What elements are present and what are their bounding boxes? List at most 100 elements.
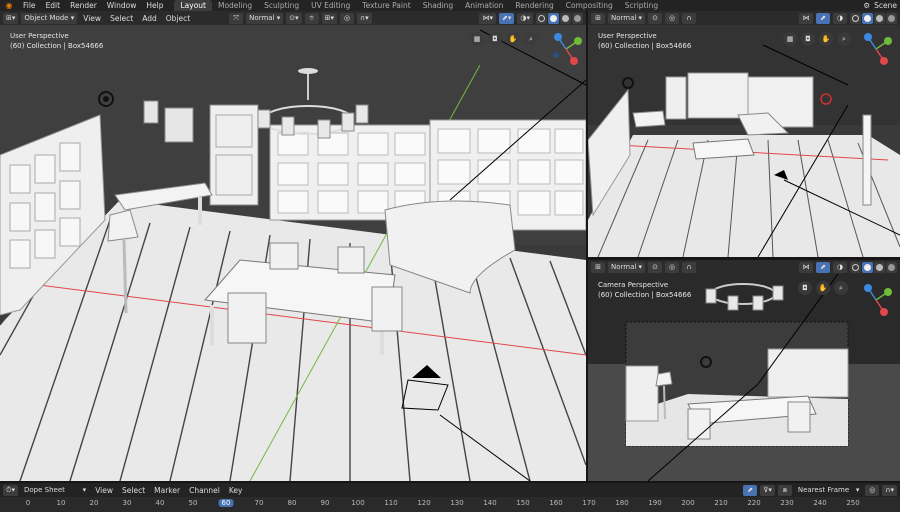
current-frame-indicator[interactable]: 60: [218, 499, 234, 507]
main-scene-render: [0, 25, 586, 481]
br-camera-icon[interactable]: ◘: [798, 281, 812, 295]
br-pivot-icon[interactable]: ⊙: [648, 261, 663, 273]
mode-dropdown[interactable]: Object Mode ▾: [21, 12, 78, 24]
tr-gizmo-toggle-icon[interactable]: ⬈: [816, 12, 830, 24]
bottom-right-viewport[interactable]: Camera Perspective (60) Collection | Box…: [588, 274, 900, 481]
tr-camera-icon[interactable]: ◘: [801, 32, 815, 46]
br-object-types-icon[interactable]: ⋈: [799, 261, 813, 273]
menu-object[interactable]: Object: [163, 14, 193, 23]
tab-shading[interactable]: Shading: [417, 0, 459, 11]
auto-snap-icon[interactable]: ⧈: [777, 484, 792, 496]
zoom-icon[interactable]: ⌕: [524, 32, 538, 46]
snap-icon[interactable]: ⌾: [304, 12, 319, 24]
tr-hand-pan-icon[interactable]: ✋: [819, 32, 833, 46]
tab-rendering[interactable]: Rendering: [509, 0, 559, 11]
tr-object-types-icon[interactable]: ⋈: [799, 12, 813, 24]
menu-view[interactable]: View: [80, 14, 104, 23]
br-snap-icon[interactable]: ⊞: [591, 261, 605, 273]
tr-material-shading-icon[interactable]: [874, 12, 885, 24]
tr-zoom-icon[interactable]: ⌕: [837, 32, 851, 46]
tl-menu-select[interactable]: Select: [119, 486, 148, 495]
tr-rendered-shading-icon[interactable]: [886, 12, 897, 24]
hand-pan-icon[interactable]: ✋: [506, 32, 520, 46]
br-navigation-gizmo[interactable]: [858, 282, 894, 318]
overlay-toggle-icon[interactable]: ◑▾: [517, 12, 533, 24]
tr-snap-icon[interactable]: ⊞: [591, 12, 605, 24]
br-orientation-label: Normal: [611, 263, 637, 271]
br-rendered-shading-icon[interactable]: [886, 261, 897, 273]
scene-selector[interactable]: ⚙ Scene: [863, 0, 900, 11]
br-wireframe-shading-icon[interactable]: [850, 261, 861, 273]
only-selected-icon[interactable]: ⬈: [743, 484, 758, 496]
br-falloff-icon[interactable]: ∩: [682, 261, 697, 273]
top-right-viewport[interactable]: User Perspective (60) Collection | Box54…: [588, 25, 900, 257]
tr-wireframe-shading-icon[interactable]: [850, 12, 861, 24]
navigation-gizmo[interactable]: [548, 31, 584, 67]
material-shading-icon[interactable]: [560, 12, 571, 24]
tl-menu-channel[interactable]: Channel: [186, 486, 223, 495]
frame-tick: 180: [615, 499, 629, 507]
br-zoom-icon[interactable]: ⌕: [834, 281, 848, 295]
gizmo-toggle-icon[interactable]: ⬈▾: [498, 12, 515, 24]
tr-navigation-gizmo[interactable]: [858, 31, 894, 67]
menu-help[interactable]: Help: [141, 0, 168, 11]
menu-add[interactable]: Add: [139, 14, 160, 23]
br-proportional-icon[interactable]: ◎: [665, 261, 680, 273]
tr-orientation-dropdown[interactable]: Normal ▾: [608, 12, 646, 24]
tr-falloff-icon[interactable]: ∩: [682, 12, 697, 24]
main-viewport-header: ⊞▾ Object Mode ▾ View Select Add Object …: [0, 11, 586, 25]
menu-window[interactable]: Window: [102, 0, 142, 11]
tl-menu-key[interactable]: Key: [226, 486, 246, 495]
tab-modeling[interactable]: Modeling: [212, 0, 258, 11]
menu-edit[interactable]: Edit: [41, 0, 66, 11]
tr-proportional-icon[interactable]: ◎: [665, 12, 680, 24]
tr-grid-icon[interactable]: ▦: [783, 32, 797, 46]
menu-select[interactable]: Select: [107, 14, 136, 23]
br-material-shading-icon[interactable]: [874, 261, 885, 273]
tab-sculpting[interactable]: Sculpting: [258, 0, 305, 11]
tab-texture-paint[interactable]: Texture Paint: [356, 0, 416, 11]
grid-icon[interactable]: ▦: [470, 32, 484, 46]
frame-tick: 160: [549, 499, 563, 507]
br-hand-pan-icon[interactable]: ✋: [816, 281, 830, 295]
tr-solid-shading-icon[interactable]: [862, 12, 873, 24]
tab-scripting[interactable]: Scripting: [619, 0, 664, 11]
br-orientation-dropdown[interactable]: Normal ▾: [608, 261, 646, 273]
tab-compositing[interactable]: Compositing: [560, 0, 619, 11]
orientation-dropdown[interactable]: Normal ▾: [246, 12, 284, 24]
proportional-timeline-icon[interactable]: ◎: [865, 484, 880, 496]
tl-menu-view[interactable]: View: [92, 486, 116, 495]
solid-shading-icon[interactable]: [548, 12, 559, 24]
interpolation-dropdown[interactable]: Nearest Frame ▾: [794, 484, 863, 496]
tab-animation[interactable]: Animation: [459, 0, 509, 11]
rendered-shading-icon[interactable]: [572, 12, 583, 24]
filter-icon[interactable]: ⊽▾: [760, 484, 775, 496]
wireframe-shading-icon[interactable]: [536, 12, 547, 24]
tr-overlay-toggle-icon[interactable]: ◑: [833, 12, 847, 24]
br-solid-shading-icon[interactable]: [862, 261, 873, 273]
camera-icon[interactable]: ◘: [488, 32, 502, 46]
tr-orientation-label: Normal: [611, 14, 637, 22]
frame-tick: 250: [846, 499, 860, 507]
menu-file[interactable]: File: [18, 0, 41, 11]
proportional-edit-icon[interactable]: ◎: [340, 12, 355, 24]
timeline-editor-dropdown[interactable]: Dope Sheet ▾: [20, 484, 90, 496]
blender-logo-icon[interactable]: ◉: [0, 0, 18, 11]
br-gizmo-toggle-icon[interactable]: ⬈: [816, 261, 830, 273]
falloff-icon[interactable]: ∩▾: [357, 12, 372, 24]
main-viewport[interactable]: User Perspective (60) Collection | Box54…: [0, 25, 586, 481]
menu-render[interactable]: Render: [65, 0, 102, 11]
tr-pivot-icon[interactable]: ⊙: [648, 12, 663, 24]
editor-type-button[interactable]: ⊞▾: [3, 12, 19, 24]
tl-menu-marker[interactable]: Marker: [151, 486, 183, 495]
timeline-editor-type-button[interactable]: ⏱▾: [3, 484, 18, 496]
pivot-icon[interactable]: ⊙▾: [286, 12, 302, 24]
br-overlay-toggle-icon[interactable]: ◑: [833, 261, 847, 273]
view-object-types-icon[interactable]: ⋈▾: [479, 12, 496, 24]
tab-layout[interactable]: Layout: [174, 0, 212, 11]
falloff-timeline-icon[interactable]: ∩▾: [882, 484, 897, 496]
tab-uv-editing[interactable]: UV Editing: [305, 0, 356, 11]
transform-orientation-icon[interactable]: ⤧: [229, 12, 244, 24]
snap-target-icon[interactable]: ⊞▾: [321, 12, 338, 24]
frame-ruler[interactable]: 0 10 20 30 40 50 60 70 80 90 100 110 120 130 140 150 160…: [0, 497, 900, 512]
